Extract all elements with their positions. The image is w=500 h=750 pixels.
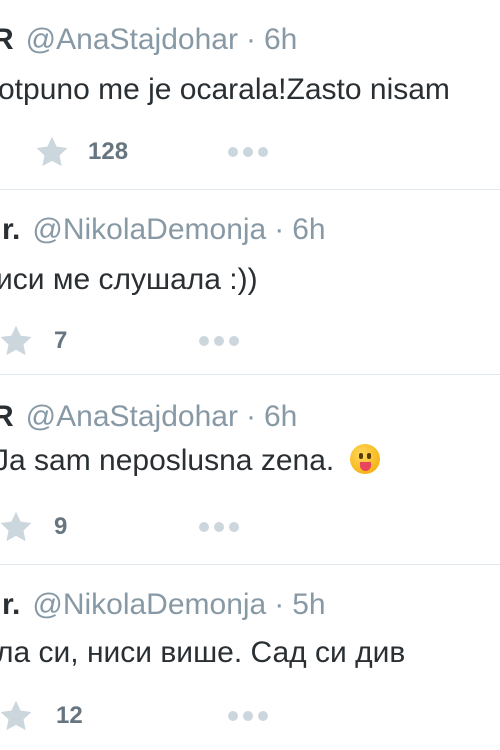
tweet-text: иси ме слушала :))	[0, 263, 258, 296]
author-handle[interactable]: @NikolaDemonja	[32, 588, 266, 621]
timestamp[interactable]: 6h	[264, 400, 297, 433]
tweet-3[interactable]: R @AnaStajdohar · 6h Ja sam neposlusna zena…	[0, 375, 500, 565]
timestamp[interactable]: 5h	[292, 588, 325, 621]
favorite-count: 7	[54, 327, 68, 354]
tweet-text-row: Ja sam neposlusna zena.	[0, 443, 381, 479]
tweet-header: R @AnaStajdohar · 6h	[0, 22, 297, 58]
separator: ·	[245, 23, 256, 56]
tweet-actions: 7	[0, 323, 239, 359]
more-dots-icon[interactable]	[228, 711, 268, 721]
separator: ·	[274, 588, 285, 621]
author-name[interactable]: R	[0, 23, 14, 56]
author-name[interactable]: R	[0, 400, 14, 433]
separator: ·	[245, 400, 256, 433]
more-dots-icon[interactable]	[228, 147, 268, 157]
tweet-text: otpuno me je ocarala!Zasto nisam	[0, 73, 450, 106]
star-icon[interactable]	[0, 509, 34, 545]
star-icon[interactable]	[0, 698, 34, 734]
author-name[interactable]: r.	[2, 588, 20, 621]
timestamp[interactable]: 6h	[292, 213, 325, 246]
star-icon[interactable]	[34, 134, 70, 170]
tweet-header: R @AnaStajdohar · 6h	[0, 399, 297, 435]
tweet-header: r. @NikolaDemonja · 5h	[2, 587, 326, 623]
author-handle[interactable]: @AnaStajdohar	[26, 23, 238, 56]
more-dots-icon[interactable]	[199, 522, 239, 532]
star-icon[interactable]	[0, 323, 34, 359]
tweet-actions: 12	[0, 698, 268, 734]
tweet-header: r. @NikolaDemonja · 6h	[2, 212, 326, 248]
tweet-text: Ja sam neposlusna zena.	[0, 444, 335, 477]
favorite-count: 12	[56, 702, 83, 729]
tweet-1[interactable]: R @AnaStajdohar · 6h otpuno me je ocarala!Z…	[0, 0, 500, 190]
tweet-actions: 9	[0, 509, 239, 545]
favorite-count: 128	[88, 138, 129, 165]
author-handle[interactable]: @AnaStajdohar	[26, 400, 238, 433]
tweet-2[interactable]: r. @NikolaDemonja · 6h иси ме слушала :)) 7	[0, 190, 500, 375]
tweet-text: ла си, ниси више. Сад си див	[0, 636, 406, 669]
tongue-face-icon	[350, 444, 381, 474]
tweet-actions: 128	[34, 134, 268, 170]
separator: ·	[274, 213, 285, 246]
favorite-count: 9	[54, 513, 68, 540]
timestamp[interactable]: 6h	[264, 23, 297, 56]
author-handle[interactable]: @NikolaDemonja	[32, 213, 266, 246]
tweet-4[interactable]: r. @NikolaDemonja · 5h ла си, ниси више. Са…	[0, 565, 500, 750]
author-name[interactable]: r.	[2, 213, 20, 246]
more-dots-icon[interactable]	[199, 336, 239, 346]
